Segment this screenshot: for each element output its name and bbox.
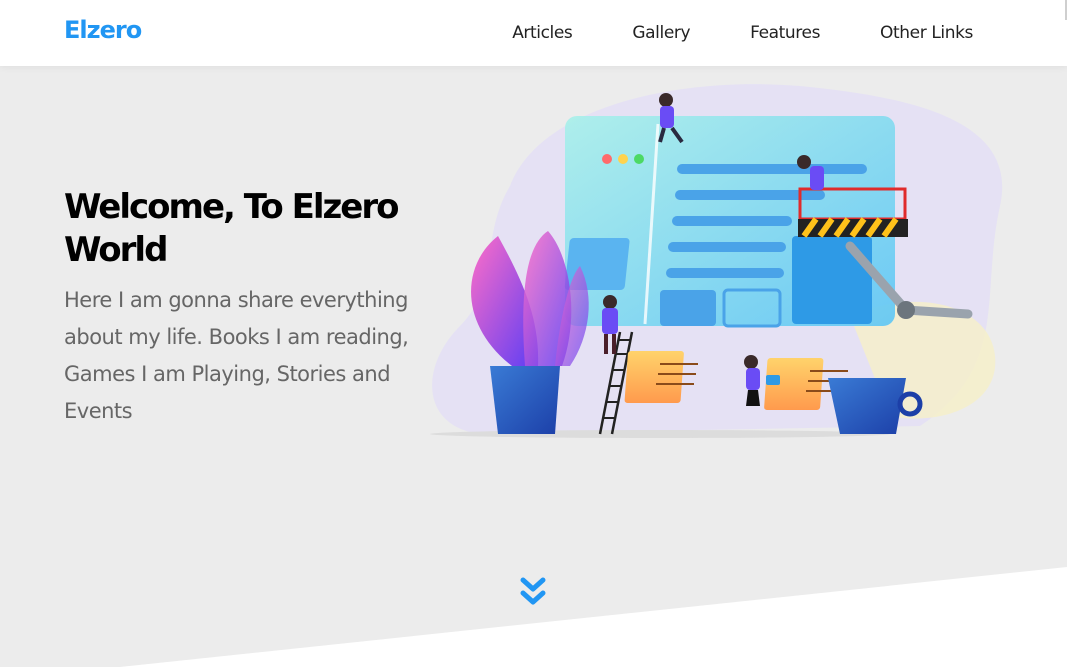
logo[interactable]: Elzero — [64, 16, 142, 44]
site-header: Elzero Articles Gallery Features Other L… — [0, 0, 1067, 66]
nav-link-other-links[interactable]: Other Links — [850, 0, 1003, 66]
main-nav: Articles Gallery Features Other Links — [482, 0, 1003, 66]
landing-description: Here I am gonna share everything about m… — [64, 288, 409, 423]
nav-link-articles[interactable]: Articles — [482, 0, 602, 66]
page-title: Welcome, To Elzero World — [64, 187, 399, 270]
landing-section: Welcome, To Elzero World Here I am gonna… — [0, 66, 1067, 667]
double-chevron-down-icon[interactable] — [519, 576, 547, 608]
website-building-illustration — [430, 84, 1003, 438]
landing-text: Welcome, To Elzero World Here I am gonna… — [64, 186, 424, 430]
nav-link-features[interactable]: Features — [720, 0, 850, 66]
nav-link-gallery[interactable]: Gallery — [602, 0, 720, 66]
